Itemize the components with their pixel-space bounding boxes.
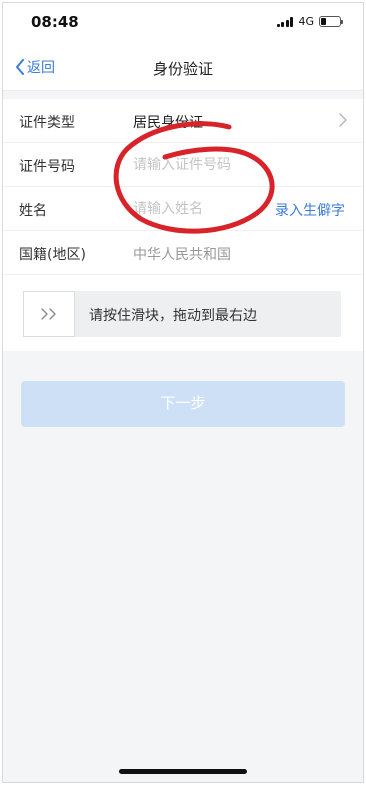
page-title: 身份验证 <box>152 60 213 78</box>
id-number-row: 证件号码 <box>3 143 363 187</box>
nav-bar: 返回 身份验证 <box>3 43 363 91</box>
identity-form: 证件类型 居民身份证 证件号码 姓名 录入生僻字 国籍(地区) 中华人民共和国 <box>3 99 363 275</box>
id-number-input[interactable] <box>133 154 263 176</box>
id-type-row[interactable]: 证件类型 居民身份证 <box>3 99 363 143</box>
name-row: 姓名 录入生僻字 <box>3 187 363 231</box>
name-input[interactable] <box>133 198 263 220</box>
id-number-label: 证件号码 <box>19 159 75 175</box>
id-type-value: 居民身份证 <box>133 115 203 131</box>
slider-area: 请按住滑块，拖动到最右边 <box>3 275 363 351</box>
slider-hint: 请按住滑块，拖动到最右边 <box>89 308 257 324</box>
status-time: 08:48 <box>31 13 79 31</box>
nationality-row: 国籍(地区) 中华人民共和国 <box>3 231 363 275</box>
next-button[interactable]: 下一步 <box>21 381 345 427</box>
slider-handle[interactable] <box>23 291 75 337</box>
id-type-label: 证件类型 <box>19 115 75 131</box>
battery-icon <box>319 16 343 27</box>
network-type: 4G <box>298 15 314 28</box>
status-right: 4G <box>276 15 343 28</box>
signal-icon <box>276 16 294 27</box>
name-label: 姓名 <box>19 203 47 219</box>
chevron-right-icon <box>339 113 347 127</box>
nationality-value: 中华人民共和国 <box>133 247 231 263</box>
status-bar: 08:48 4G <box>3 3 363 43</box>
home-indicator <box>119 769 247 774</box>
rare-character-link[interactable]: 录入生僻字 <box>275 200 345 220</box>
slider-track: 请按住滑块，拖动到最右边 <box>23 291 341 337</box>
nationality-label: 国籍(地区) <box>19 247 86 263</box>
phone-screen: 08:48 4G 返回 身份验证 证件类型 居民身份证 证件号码 姓名 录 <box>2 2 364 783</box>
double-chevron-right-icon <box>41 308 56 320</box>
